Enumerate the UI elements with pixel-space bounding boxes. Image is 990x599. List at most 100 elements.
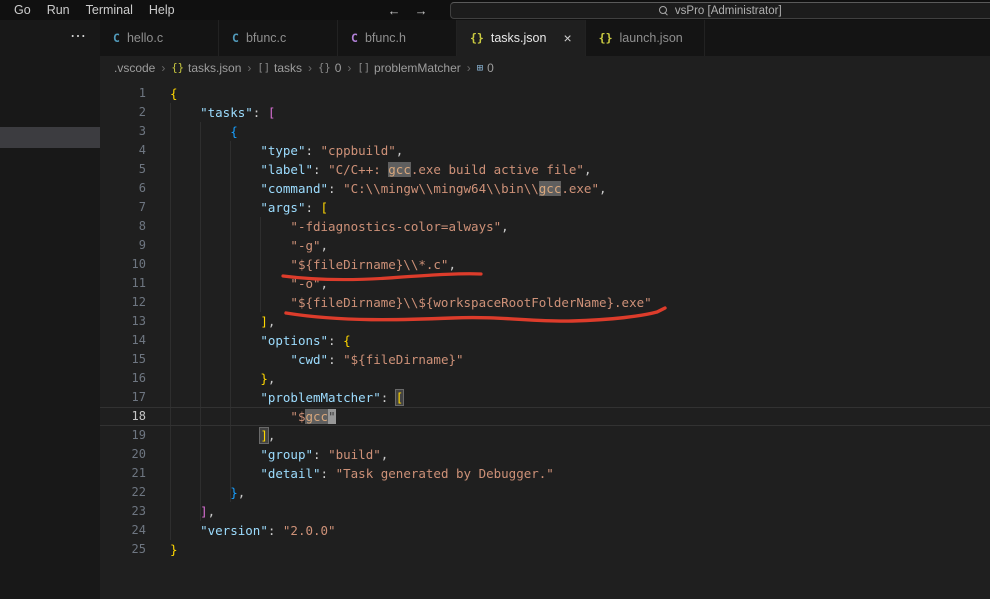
line-number[interactable]: 25	[100, 540, 160, 559]
symbol-value-icon: ⊞	[476, 62, 484, 74]
line-number[interactable]: 14	[100, 331, 160, 350]
breadcrumb-separator: ›	[247, 61, 252, 75]
code-text: "type": "cppbuild",	[260, 143, 404, 158]
symbol-array-icon: []	[357, 62, 371, 74]
breadcrumb-label: 0	[334, 61, 342, 75]
code-line: 5 "label": "C/C++: gcc.exe build active …	[100, 160, 990, 179]
menu-run[interactable]: Run	[39, 0, 78, 20]
search-box[interactable]: vsPro [Administrator]	[449, 2, 990, 19]
tab-bfunc.h[interactable]: Cbfunc.h	[338, 20, 457, 56]
line-number[interactable]: 5	[100, 160, 160, 179]
json-file-icon: {}	[598, 31, 613, 45]
breadcrumb-0[interactable]: {} 0	[318, 61, 341, 75]
breadcrumb-label: 0	[487, 61, 494, 75]
left-panel: ⋯	[0, 20, 100, 599]
line-number[interactable]: 21	[100, 464, 160, 483]
breadcrumb-tasks[interactable]: [] tasks	[257, 61, 302, 75]
tab-launch.json[interactable]: {} launch.json	[585, 20, 705, 56]
code-line: 23 ],	[100, 502, 990, 521]
code-text: "tasks": [	[200, 105, 276, 120]
line-number[interactable]: 8	[100, 217, 160, 236]
more-actions-icon[interactable]: ⋯	[70, 26, 87, 46]
tab-bfunc.c[interactable]: Cbfunc.c	[219, 20, 338, 56]
line-number[interactable]: 16	[100, 369, 160, 388]
menu-help[interactable]: Help	[141, 0, 183, 20]
line-number[interactable]: 7	[100, 198, 160, 217]
line-number[interactable]: 4	[100, 141, 160, 160]
line-number[interactable]: 1	[100, 84, 160, 103]
line-number[interactable]: 12	[100, 293, 160, 312]
code-text: "$gcc"	[290, 409, 336, 424]
symbol-array-icon: []	[257, 62, 271, 74]
line-number[interactable]: 24	[100, 521, 160, 540]
forward-icon[interactable]: →	[415, 3, 428, 18]
breadcrumb-label: problemMatcher	[374, 61, 461, 75]
code-text: {	[170, 86, 178, 101]
tab-label: tasks.json	[490, 31, 547, 45]
code-text: "-g",	[290, 238, 329, 253]
menu-go[interactable]: Go	[6, 0, 39, 20]
tab-hello.c[interactable]: Chello.c	[100, 20, 219, 56]
code-line: 18 "$gcc"	[100, 407, 990, 426]
code-line: 21 "detail": "Task generated by Debugger…	[100, 464, 990, 483]
code-line: 2 "tasks": [	[100, 103, 990, 122]
breadcrumb-0[interactable]: ⊞ 0	[477, 61, 494, 75]
code-text: "cwd": "${fileDirname}"	[290, 352, 464, 367]
line-number[interactable]: 6	[100, 179, 160, 198]
line-number[interactable]: 10	[100, 255, 160, 274]
line-number[interactable]: 3	[100, 122, 160, 141]
code-line: 7 "args": [	[100, 198, 990, 217]
line-number[interactable]: 22	[100, 483, 160, 502]
tab-label: bfunc.h	[364, 31, 406, 45]
code-line: 16 },	[100, 369, 990, 388]
code-text: "-fdiagnostics-color=always",	[290, 219, 509, 234]
code-text: ],	[260, 428, 276, 443]
code-line: 10 "${fileDirname}\\*.c",	[100, 255, 990, 274]
code-line: 22 },	[100, 483, 990, 502]
code-line: 14 "options": {	[100, 331, 990, 350]
breadcrumb-label: tasks.json	[188, 61, 242, 75]
tab-bar: Chello.c Cbfunc.c Cbfunc.h{} tasks.json ×{} l…	[100, 20, 990, 56]
line-number[interactable]: 9	[100, 236, 160, 255]
code-text: "${fileDirname}\\${workspaceRootFolderNa…	[290, 295, 652, 310]
line-number[interactable]: 18	[100, 407, 160, 426]
breadcrumb-problemMatcher[interactable]: [] problemMatcher	[357, 61, 460, 75]
code-line: 11 "-o",	[100, 274, 990, 293]
line-number[interactable]: 20	[100, 445, 160, 464]
close-icon[interactable]: ×	[563, 31, 571, 45]
code-line: 17 "problemMatcher": [	[100, 388, 990, 407]
code-line: 19 ],	[100, 426, 990, 445]
editor-group: Chello.c Cbfunc.c Cbfunc.h{} tasks.json ×{} l…	[100, 20, 990, 599]
tab-tasks.json[interactable]: {} tasks.json ×	[457, 20, 586, 56]
code-line: 6 "command": "C:\\mingw\\mingw64\\bin\\g…	[100, 179, 990, 198]
code-text: ],	[200, 504, 216, 519]
panel-selection-highlight[interactable]	[0, 127, 100, 148]
code-line: 9 "-g",	[100, 236, 990, 255]
c-file-icon: C	[232, 31, 239, 45]
symbol-object-icon: {}	[318, 62, 331, 74]
back-icon[interactable]: ←	[388, 3, 401, 18]
line-number[interactable]: 13	[100, 312, 160, 331]
code-line: 24 "version": "2.0.0"	[100, 521, 990, 540]
breadcrumb-.vscode[interactable]: .vscode	[114, 61, 155, 75]
code-line: 12 "${fileDirname}\\${workspaceRootFolde…	[100, 293, 990, 312]
line-number[interactable]: 15	[100, 350, 160, 369]
code-line: 15 "cwd": "${fileDirname}"	[100, 350, 990, 369]
line-number[interactable]: 17	[100, 388, 160, 407]
code-text: "options": {	[260, 333, 351, 348]
code-line: 8 "-fdiagnostics-color=always",	[100, 217, 990, 236]
search-icon	[658, 5, 669, 16]
line-number[interactable]: 23	[100, 502, 160, 521]
breadcrumb-tasks.json[interactable]: {} tasks.json	[171, 61, 241, 75]
line-number[interactable]: 11	[100, 274, 160, 293]
c-file-icon: C	[113, 31, 120, 45]
code-editor[interactable]: 1{2 "tasks": [3 {4 "type": "cppbuild", 5 …	[100, 80, 990, 599]
menu-terminal[interactable]: Terminal	[78, 0, 141, 20]
code-text: }	[170, 542, 178, 557]
breadcrumb: .vscode ›{} tasks.json ›[] tasks ›{} 0 ›[] probl…	[100, 56, 990, 80]
code-text: "version": "2.0.0"	[200, 523, 336, 538]
line-number[interactable]: 19	[100, 426, 160, 445]
line-number[interactable]: 2	[100, 103, 160, 122]
breadcrumb-separator: ›	[466, 61, 471, 75]
tab-label: hello.c	[126, 31, 164, 45]
